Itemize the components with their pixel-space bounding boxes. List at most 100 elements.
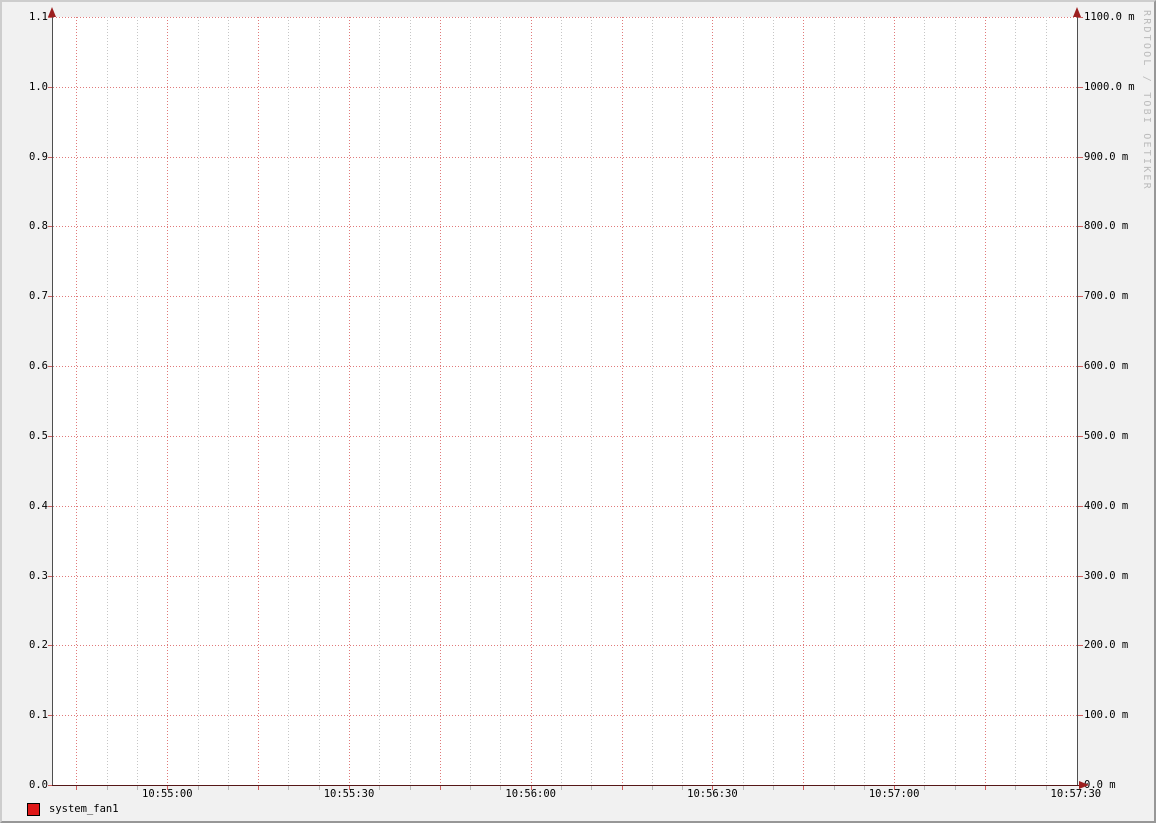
plot-area	[53, 17, 1077, 785]
grid-line-vertical-major	[621, 17, 623, 785]
y-axis-tick-right	[1078, 86, 1083, 88]
y-axis-tick-right	[1078, 505, 1083, 507]
grid-line-horizontal-major	[53, 366, 1077, 368]
x-axis-tick	[137, 786, 138, 790]
x-axis-tick	[106, 786, 108, 790]
y-axis-label-right: 600.0 m	[1084, 360, 1129, 373]
grid-line-vertical-major	[76, 17, 78, 785]
x-axis-tick	[591, 786, 593, 790]
grid-line-vertical-minor	[470, 17, 472, 785]
grid-line-horizontal-major	[53, 296, 1077, 298]
x-axis-tick	[621, 786, 623, 790]
x-axis-tick	[1045, 786, 1047, 790]
y-axis-label-left: 0.8	[29, 220, 48, 233]
y-axis-label-right: 300.0 m	[1084, 569, 1129, 582]
x-axis-tick	[651, 786, 653, 790]
y-axis-label-left: 1.0	[29, 80, 48, 93]
y-axis-label-right: 1100.0 m	[1084, 11, 1135, 23]
y-axis-label-left: 0.5	[29, 429, 48, 442]
y-axis-tick-right	[1078, 575, 1083, 577]
grid-line-vertical-minor	[318, 17, 320, 785]
grid-line-horizontal-major	[53, 86, 1077, 88]
rrdtool-graph: RRDTOOL / TOBI OETIKER system_fan1 0.0 0.…	[0, 0, 1156, 823]
grid-line-vertical-major	[894, 17, 896, 785]
x-axis-arrow-icon	[1079, 781, 1089, 789]
grid-line-vertical-minor	[1015, 17, 1017, 785]
grid-line-vertical-major	[984, 17, 986, 785]
y-axis-label-right: 400.0 m	[1084, 499, 1129, 512]
grid-line-vertical-minor	[288, 17, 290, 785]
grid-line-horizontal-major	[53, 226, 1077, 228]
grid-line-horizontal-major	[53, 435, 1077, 437]
grid-line-horizontal-major	[53, 645, 1077, 647]
x-axis-tick	[954, 786, 956, 790]
x-axis	[52, 785, 1083, 786]
x-axis-tick	[258, 786, 260, 790]
x-axis-tick	[742, 786, 744, 790]
x-axis-tick	[318, 786, 320, 790]
y-axis-tick-right	[1078, 156, 1083, 158]
x-axis-tick	[288, 786, 290, 790]
grid-line-vertical-major	[803, 17, 805, 785]
y-axis-tick-right	[1078, 17, 1083, 18]
grid-line-horizontal-major	[53, 715, 1077, 717]
grid-line-vertical-major	[712, 17, 714, 785]
grid-line-vertical-major	[349, 17, 350, 785]
x-axis-label: 10:55:00	[142, 788, 193, 800]
y-axis-label-left: 0.3	[29, 569, 48, 582]
y-axis-label-right: 900.0 m	[1084, 150, 1129, 163]
legend-color-swatch	[27, 803, 40, 816]
grid-line-vertical-minor	[591, 17, 593, 785]
grid-line-vertical-major	[258, 17, 260, 785]
x-axis-tick	[924, 786, 926, 790]
grid-line-horizontal-major	[53, 17, 1077, 18]
x-axis-tick	[833, 786, 835, 790]
grid-line-vertical-minor	[106, 17, 108, 785]
y-axis-arrow-right-icon	[1073, 7, 1081, 17]
x-axis-label: 10:55:30	[323, 788, 375, 800]
y-axis-label-left: 0.9	[29, 150, 48, 163]
grid-line-horizontal-major	[53, 575, 1077, 577]
y-axis-label-right: 500.0 m	[1084, 429, 1129, 442]
y-axis-left	[52, 12, 53, 785]
grid-line-vertical-minor	[1045, 17, 1047, 785]
grid-line-vertical-minor	[833, 17, 835, 785]
x-axis-tick	[500, 786, 502, 790]
grid-line-vertical-minor	[773, 17, 774, 785]
grid-line-vertical-minor	[742, 17, 744, 785]
grid-line-vertical-minor	[954, 17, 956, 785]
x-axis-tick	[863, 786, 865, 790]
grid-line-vertical-minor	[924, 17, 926, 785]
grid-line-horizontal-major	[53, 156, 1077, 158]
grid-line-vertical-minor	[500, 17, 502, 785]
x-axis-label: 10:57:30	[1050, 788, 1102, 800]
y-axis-tick-right	[1078, 296, 1083, 298]
y-axis-tick-right	[1078, 715, 1083, 717]
y-axis-label-left: 0.6	[29, 360, 48, 373]
x-axis-tick	[1015, 786, 1017, 790]
x-axis-label: 10:56:30	[687, 788, 738, 800]
y-axis-label-right: 100.0 m	[1084, 709, 1129, 722]
y-axis-label-right: 700.0 m	[1084, 290, 1129, 303]
watermark-text: RRDTOOL / TOBI OETIKER	[1141, 10, 1152, 191]
y-axis-tick-right	[1078, 366, 1083, 368]
x-axis-tick	[773, 786, 774, 790]
y-axis-tick-right	[1078, 645, 1083, 647]
y-axis-label-left: 0.4	[29, 499, 48, 512]
grid-line-horizontal-major	[53, 505, 1077, 507]
y-axis-label-left: 0.7	[29, 290, 48, 303]
legend-series-label: system_fan1	[49, 803, 119, 815]
x-axis-tick	[682, 786, 684, 790]
x-axis-tick	[409, 786, 411, 790]
grid-line-vertical-minor	[651, 17, 653, 785]
x-axis-tick	[984, 786, 986, 790]
x-axis-tick	[379, 786, 381, 790]
x-axis-label: 10:57:00	[868, 788, 920, 800]
y-axis-label-right: 800.0 m	[1084, 220, 1129, 233]
x-axis-label: 10:56:00	[505, 788, 557, 800]
grid-line-vertical-minor	[137, 17, 138, 785]
grid-line-vertical-minor	[197, 17, 199, 785]
x-axis-tick	[76, 786, 78, 790]
y-axis-label-left: 1.1	[29, 11, 48, 23]
grid-line-vertical-major	[530, 17, 532, 785]
